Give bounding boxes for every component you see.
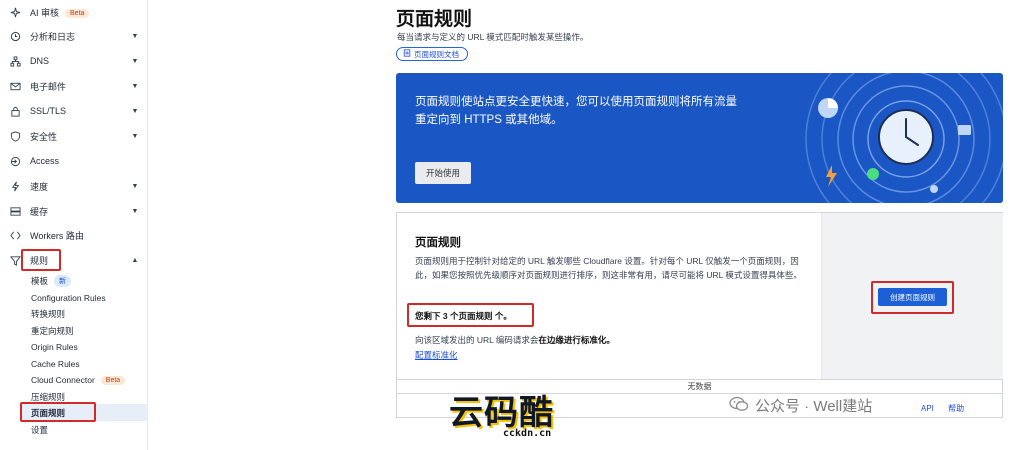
hero-banner: 页面规则使站点更安全更快速，您可以使用页面规则将所有流量 重定向到 HTTPS … <box>396 73 1003 203</box>
sidebar-item-access[interactable]: Access <box>0 150 148 172</box>
sidebar-item-label: Access <box>30 156 60 166</box>
rules-icon <box>9 254 21 266</box>
create-page-rule-button[interactable]: 创建页面规则 <box>878 288 947 306</box>
sidebar-item-analytics[interactable]: 分析和日志 ▼ <box>0 25 148 47</box>
sub-item-label: 模板 <box>31 276 49 286</box>
sub-item-origin-rules[interactable]: Origin Rules <box>31 339 78 355</box>
panel-title: 页面规则 <box>415 237 461 249</box>
footer-links: API 帮助 <box>921 403 964 414</box>
server-icon <box>9 205 21 217</box>
sidebar-item-label: SSL/TLS <box>30 106 67 116</box>
sub-item-label: Cloud Connector <box>31 375 95 385</box>
chevron-down-icon: ▼ <box>131 32 139 40</box>
sidebar-item-label: 安全性 <box>30 131 58 142</box>
network-icon <box>9 55 21 67</box>
sidebar-item-label: 分析和日志 <box>30 31 76 42</box>
doc-button-label: 页面规则文档 <box>414 49 459 59</box>
lock-icon <box>9 105 21 117</box>
normalization-bold: 在边缘进行标准化。 <box>538 335 615 345</box>
clock-illustration <box>805 73 1003 203</box>
sparkle-icon <box>9 6 21 18</box>
sidebar-item-label: 电子邮件 <box>30 81 67 92</box>
page-title: 页面规则 <box>396 9 473 30</box>
panel-description: 页面规则用于控制针对给定的 URL 触发哪些 Cloudflare 设置。针对每… <box>415 256 802 280</box>
sidebar-item-label: AI 审核 <box>30 7 60 18</box>
sub-item-transform-rules[interactable]: 转换规则 <box>31 306 65 322</box>
sub-item-cache-rules[interactable]: Cache Rules <box>31 356 80 372</box>
wechat-watermark-text: 公众号 · Well建站 <box>755 398 873 415</box>
shield-icon <box>9 130 21 142</box>
sidebar-item-security[interactable]: 安全性 ▼ <box>0 125 148 147</box>
chevron-down-icon: ▼ <box>131 132 139 140</box>
hero-text: 页面规则使站点更安全更快速，您可以使用页面规则将所有流量 重定向到 HTTPS … <box>415 93 775 129</box>
access-icon <box>9 155 21 167</box>
sidebar-item-ai-audit[interactable]: AI 审核 Beta <box>0 1 148 23</box>
chart-clock-icon <box>9 30 21 42</box>
chevron-down-icon: ▼ <box>131 182 139 190</box>
document-icon <box>403 49 411 59</box>
beta-badge: Beta <box>65 8 90 18</box>
sidebar-item-label: DNS <box>30 56 50 66</box>
sidebar-item-rules[interactable]: 规则 ▲ <box>0 249 148 271</box>
workers-icon <box>9 229 21 241</box>
sub-item-cloud-connector[interactable]: Cloud Connector Beta <box>31 372 126 388</box>
sidebar-item-email[interactable]: 电子邮件 ▼ <box>0 75 148 97</box>
chevron-down-icon: ▼ <box>131 57 139 65</box>
chevron-down-icon: ▼ <box>131 82 139 90</box>
hero-line: 重定向到 HTTPS 或其他域。 <box>415 114 563 126</box>
envelope-icon <box>9 80 21 92</box>
beta-badge: Beta <box>100 375 126 385</box>
api-link[interactable]: API <box>921 404 934 413</box>
sub-item-configuration-rules[interactable]: Configuration Rules <box>31 290 106 306</box>
watermark-domain: cckdn.cn <box>503 428 552 439</box>
sidebar-item-label: Workers 路由 <box>30 230 84 241</box>
sub-item-page-rules[interactable]: 页面规则 <box>31 405 65 421</box>
chevron-down-icon: ▼ <box>131 107 139 115</box>
sidebar: AI 审核 Beta 分析和日志 ▼ DNS ▼ 电子邮件 ▼ SSL/TLS ▼… <box>0 0 148 450</box>
new-badge: 新 <box>54 275 72 287</box>
sub-item-templates[interactable]: 模板新 <box>31 273 72 289</box>
lightning-icon <box>9 180 21 192</box>
page-rules-docs-button[interactable]: 页面规则文档 <box>396 47 468 61</box>
sidebar-item-speed[interactable]: 速度 ▼ <box>0 175 148 197</box>
sidebar-item-label: 速度 <box>30 181 49 192</box>
wechat-watermark: 公众号 · Well建站 <box>729 395 872 416</box>
page-subtitle: 每当请求与定义的 URL 模式匹配时触发某些操作。 <box>397 32 589 42</box>
sidebar-item-label: 规则 <box>30 255 49 266</box>
sidebar-item-dns[interactable]: DNS ▼ <box>0 50 148 72</box>
chevron-down-icon: ▼ <box>131 207 139 215</box>
configure-normalization-link[interactable]: 配置标准化 <box>415 349 458 361</box>
chevron-up-icon: ▲ <box>131 256 139 264</box>
wechat-icon <box>729 396 749 416</box>
sub-item-redirect-rules[interactable]: 重定向规则 <box>31 323 74 339</box>
help-link[interactable]: 帮助 <box>948 404 964 413</box>
sidebar-item-ssl-tls[interactable]: SSL/TLS ▼ <box>0 100 148 122</box>
hero-line: 页面规则使站点更安全更快速，您可以使用页面规则将所有流量 <box>415 96 737 108</box>
sub-item-compression-rules[interactable]: 压缩规则 <box>31 389 65 405</box>
watermark-logo: 云码酷 <box>449 393 554 433</box>
remaining-rules-text: 您剩下 3 个页面规则 个。 <box>415 311 512 321</box>
sidebar-item-workers-routes[interactable]: Workers 路由 <box>0 224 148 246</box>
sidebar-item-cache[interactable]: 缓存 ▼ <box>0 200 148 222</box>
normalization-text: 向该区域发出的 URL 编码请求会在边缘进行标准化。 <box>415 334 615 346</box>
sub-item-settings[interactable]: 设置 <box>31 422 48 438</box>
normalization-prefix: 向该区域发出的 URL 编码请求会 <box>415 335 539 345</box>
sidebar-item-label: 缓存 <box>30 206 49 217</box>
get-started-button[interactable]: 开始使用 <box>415 162 471 184</box>
